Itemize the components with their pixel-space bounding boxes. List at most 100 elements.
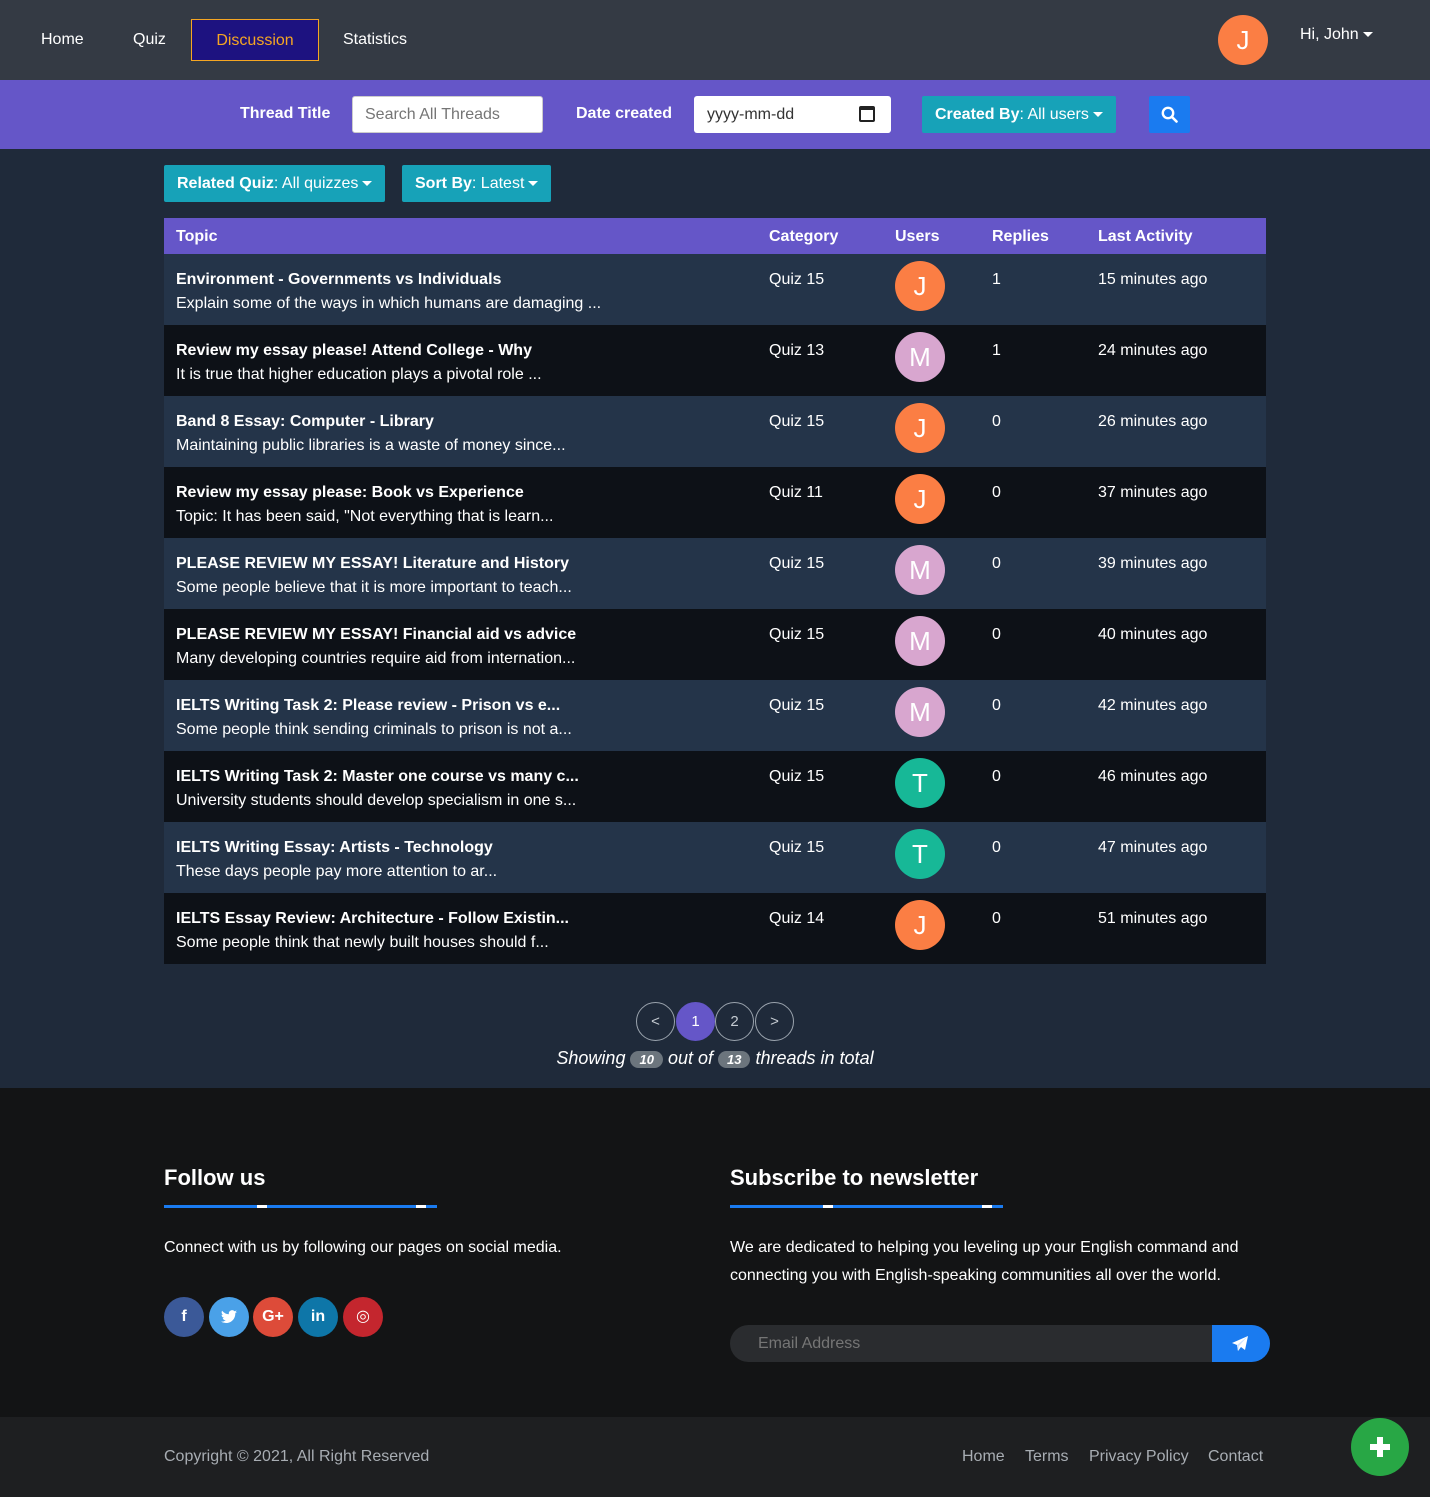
thread-excerpt: Maintaining public libraries is a waste …	[176, 437, 566, 454]
created-by-dropdown[interactable]: Created By: All users	[922, 96, 1116, 133]
thread-excerpt: Many developing countries require aid fr…	[176, 650, 576, 667]
footer-link-privacy-policy[interactable]: Privacy Policy	[1089, 1448, 1189, 1466]
thread-title[interactable]: Environment - Governments vs Individuals	[176, 271, 501, 289]
table-row[interactable]: IELTS Essay Review: Architecture - Follo…	[164, 893, 1266, 964]
add-thread-button[interactable]	[1351, 1418, 1409, 1476]
calendar-icon[interactable]	[859, 106, 875, 122]
header-users: Users	[895, 228, 940, 245]
thread-excerpt: Explain some of the ways in which humans…	[176, 295, 602, 312]
footer-link-contact[interactable]: Contact	[1208, 1448, 1263, 1466]
avatar[interactable]: J	[895, 403, 945, 453]
avatar[interactable]: M	[895, 545, 945, 595]
email-field[interactable]	[758, 1325, 1178, 1362]
thread-category: Quiz 11	[769, 484, 823, 501]
thread-title[interactable]: PLEASE REVIEW MY ESSAY! Financial aid vs…	[176, 626, 576, 644]
related-quiz-key: Related Quiz	[177, 175, 274, 192]
nav-home[interactable]: Home	[41, 19, 84, 61]
avatar[interactable]: J	[895, 474, 945, 524]
thread-last-activity: 26 minutes ago	[1098, 413, 1208, 430]
avatar[interactable]: M	[895, 332, 945, 382]
twitter-bird-icon	[221, 1310, 237, 1324]
related-quiz-dropdown[interactable]: Related Quiz: All quizzes	[164, 165, 386, 202]
nav-statistics[interactable]: Statistics	[343, 19, 407, 61]
subscribe-heading: Subscribe to newsletter	[730, 1165, 979, 1190]
table-row[interactable]: Environment - Governments vs Individuals…	[164, 254, 1266, 325]
date-created-input[interactable]: yyyy-mm-dd	[694, 96, 891, 133]
header-last-activity: Last Activity	[1098, 228, 1193, 245]
pagination-page-1[interactable]: 1	[676, 1002, 715, 1041]
table-row[interactable]: IELTS Writing Task 2: Please review - Pr…	[164, 680, 1266, 751]
thread-replies: 0	[992, 768, 1001, 785]
sort-by-value: : Latest	[471, 175, 525, 192]
avatar[interactable]: J	[1218, 15, 1268, 65]
sort-by-dropdown[interactable]: Sort By: Latest	[402, 165, 552, 202]
thread-excerpt: These days people pay more attention to …	[176, 863, 498, 880]
table-row[interactable]: Review my essay please: Book vs Experien…	[164, 467, 1266, 538]
thread-excerpt: Some people think sending criminals to p…	[176, 721, 572, 738]
thread-excerpt: Topic: It has been said, "Not everything…	[176, 508, 554, 525]
thread-title[interactable]: PLEASE REVIEW MY ESSAY! Literature and H…	[176, 555, 569, 573]
table-row[interactable]: Review my essay please! Attend College -…	[164, 325, 1266, 396]
facebook-icon[interactable]: f	[164, 1297, 204, 1337]
twitter-icon[interactable]	[209, 1297, 249, 1337]
instagram-icon[interactable]: ◎	[343, 1297, 383, 1337]
showing-suffix: threads in total	[755, 1048, 874, 1068]
search-button[interactable]	[1149, 96, 1190, 133]
avatar[interactable]: T	[895, 829, 945, 879]
footer-link-home[interactable]: Home	[962, 1448, 1005, 1466]
thread-title[interactable]: Review my essay please: Book vs Experien…	[176, 484, 524, 502]
user-menu[interactable]: Hi, John	[1300, 26, 1373, 44]
thread-replies: 0	[992, 555, 1001, 572]
thread-category: Quiz 15	[769, 626, 825, 643]
thread-search-input[interactable]	[352, 96, 543, 133]
thread-replies: 0	[992, 910, 1001, 927]
table-row[interactable]: IELTS Writing Task 2: Master one course …	[164, 751, 1266, 822]
pagination-prev[interactable]: <	[636, 1002, 675, 1041]
shown-count-badge: 10	[630, 1050, 663, 1068]
pagination-page-2[interactable]: 2	[715, 1002, 754, 1041]
copyright-text: Copyright © 2021, All Right Reserved	[164, 1448, 430, 1465]
subscribe-text-line-1: We are dedicated to helping you leveling…	[730, 1239, 1239, 1256]
chevron-down-icon	[528, 181, 539, 187]
thread-title[interactable]: Band 8 Essay: Computer - Library	[176, 413, 434, 431]
footer-link-terms[interactable]: Terms	[1025, 1448, 1069, 1466]
total-count-badge: 13	[718, 1050, 751, 1068]
thread-last-activity: 37 minutes ago	[1098, 484, 1208, 501]
table-row[interactable]: PLEASE REVIEW MY ESSAY! Literature and H…	[164, 538, 1266, 609]
thread-excerpt: University students should develop speci…	[176, 792, 577, 809]
chevron-down-icon	[1362, 32, 1373, 38]
thread-excerpt: Some people believe that it is more impo…	[176, 579, 572, 596]
created-by-value: : All users	[1019, 106, 1089, 123]
thread-replies: 1	[992, 271, 1001, 288]
avatar[interactable]: M	[895, 616, 945, 666]
table-row[interactable]: IELTS Writing Essay: Artists - Technolog…	[164, 822, 1266, 893]
avatar[interactable]: J	[895, 900, 945, 950]
thread-title[interactable]: Review my essay please! Attend College -…	[176, 342, 532, 360]
thread-last-activity: 24 minutes ago	[1098, 342, 1208, 359]
thread-title[interactable]: IELTS Writing Task 2: Please review - Pr…	[176, 697, 560, 715]
avatar[interactable]: M	[895, 687, 945, 737]
thread-last-activity: 42 minutes ago	[1098, 697, 1208, 714]
thread-last-activity: 15 minutes ago	[1098, 271, 1208, 288]
pagination-next[interactable]: >	[755, 1002, 794, 1041]
nav-discussion[interactable]: Discussion	[191, 19, 319, 61]
thread-title[interactable]: IELTS Writing Essay: Artists - Technolog…	[176, 839, 493, 857]
created-by-key: Created By	[935, 106, 1020, 123]
table-row[interactable]: PLEASE REVIEW MY ESSAY! Financial aid vs…	[164, 609, 1266, 680]
thread-category: Quiz 15	[769, 697, 825, 714]
linkedin-icon[interactable]: in	[298, 1297, 338, 1337]
thread-title[interactable]: IELTS Writing Task 2: Master one course …	[176, 768, 579, 786]
avatar[interactable]: J	[895, 261, 945, 311]
nav-quiz[interactable]: Quiz	[133, 19, 166, 61]
out-of-text: out of	[667, 1048, 713, 1068]
header-replies: Replies	[992, 228, 1049, 245]
sort-by-key: Sort By	[415, 175, 472, 192]
header-category: Category	[769, 228, 839, 245]
google-plus-icon[interactable]: G+	[253, 1297, 293, 1337]
date-created-label: Date created	[576, 105, 673, 122]
subscribe-button[interactable]	[1212, 1325, 1270, 1362]
thread-title[interactable]: IELTS Essay Review: Architecture - Follo…	[176, 910, 569, 928]
thread-category: Quiz 15	[769, 555, 825, 572]
avatar[interactable]: T	[895, 758, 945, 808]
table-row[interactable]: Band 8 Essay: Computer - Library Maintain…	[164, 396, 1266, 467]
